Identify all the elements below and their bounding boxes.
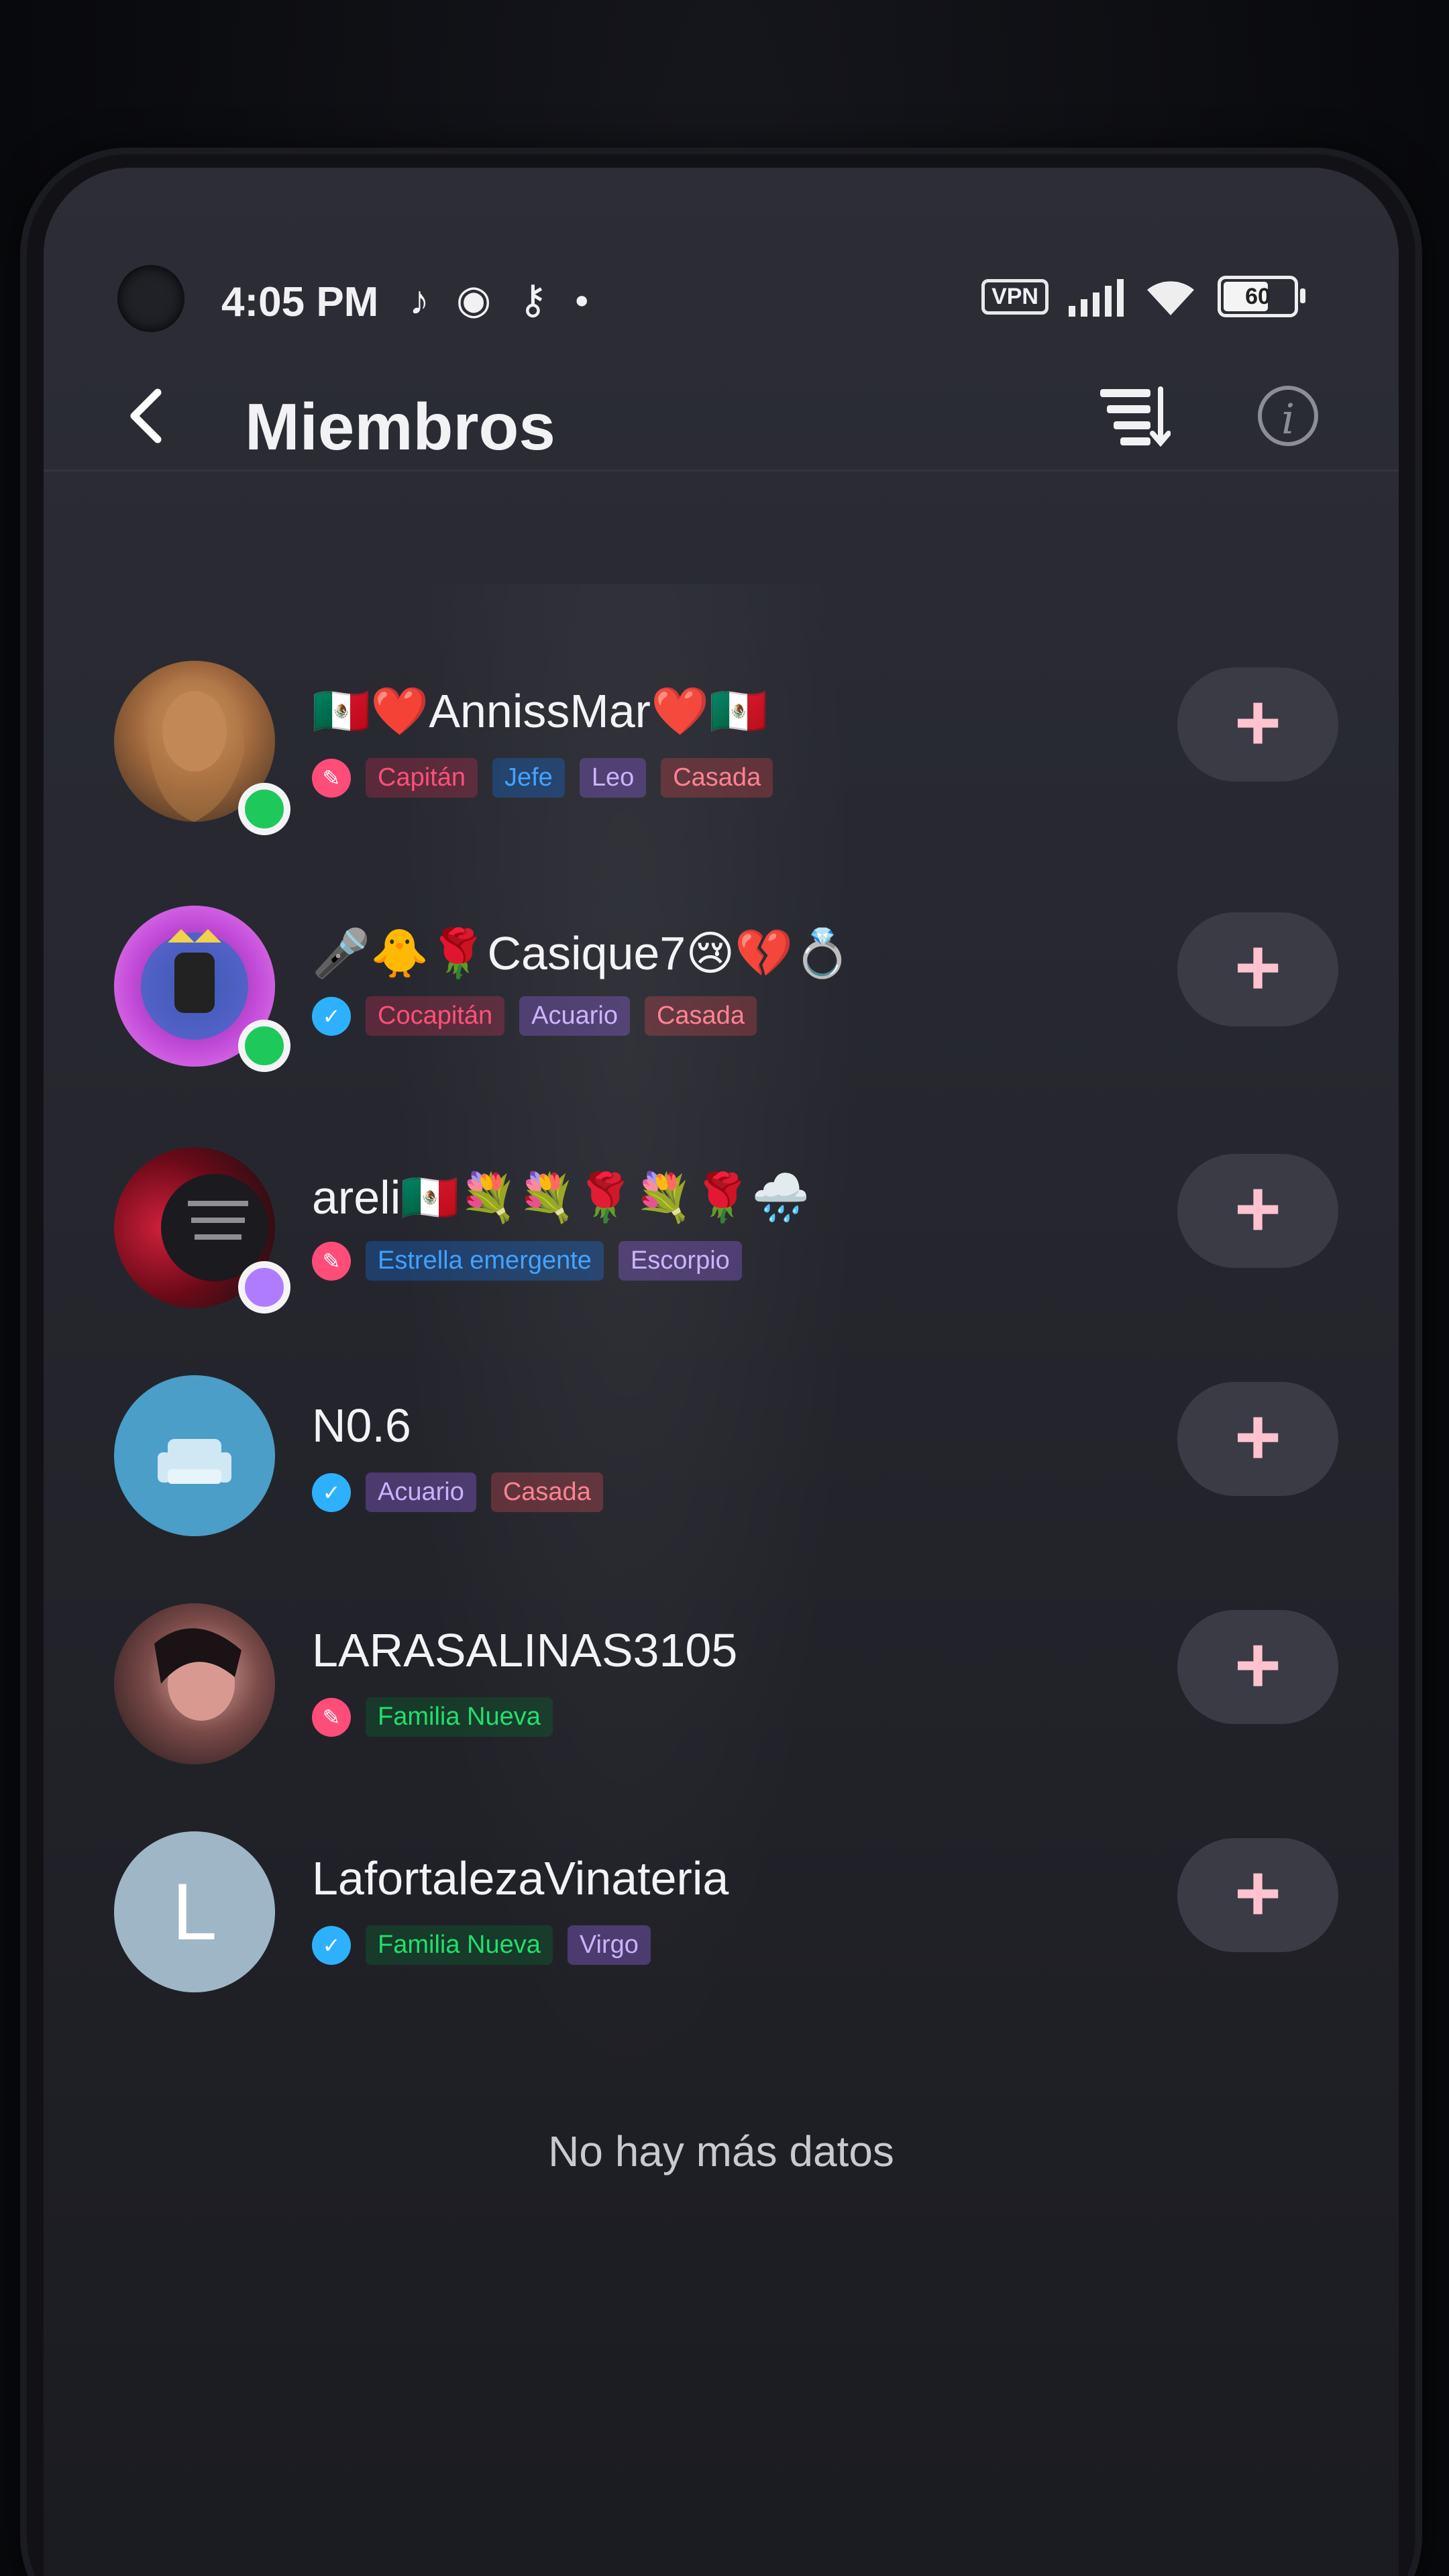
app-header: Miembros i bbox=[44, 356, 1399, 472]
online-status-dot bbox=[238, 783, 290, 835]
tiktok-icon: ♪ bbox=[409, 277, 429, 323]
member-row[interactable]: LARASALINAS3105 ✎ Familia Nueva + bbox=[44, 1603, 1399, 1825]
member-name: 🎤🐥🌹Casique7😢💔💍 bbox=[312, 927, 852, 979]
badge-zodiac: Acuario bbox=[366, 1472, 476, 1512]
add-member-button[interactable]: + bbox=[1177, 667, 1338, 782]
info-button[interactable]: i bbox=[1258, 386, 1318, 446]
vpn-badge: VPN bbox=[981, 278, 1049, 315]
badge-zodiac: Acuario bbox=[519, 996, 630, 1036]
member-row[interactable]: N0.6 ✓ Acuario Casada + bbox=[44, 1375, 1399, 1597]
avatar[interactable]: L bbox=[114, 1831, 275, 1992]
badge-status: Casada bbox=[644, 996, 757, 1036]
status-dot bbox=[238, 1261, 290, 1313]
member-name: LafortalezaVinateria bbox=[312, 1852, 729, 1904]
member-row[interactable]: L LafortalezaVinateria ✓ Familia Nueva V… bbox=[44, 1831, 1399, 2053]
member-row[interactable]: 🇲🇽❤️AnnissMar❤️🇲🇽 ✎ Capitán Jefe Leo Cas… bbox=[44, 661, 1399, 882]
add-member-button[interactable]: + bbox=[1177, 1838, 1338, 1952]
member-badges: ✎ Capitán Jefe Leo Casada bbox=[312, 758, 773, 798]
badge-role: Cocapitán bbox=[366, 996, 505, 1036]
avatar-letter: L bbox=[172, 1867, 217, 1957]
photo-background: 4:05 PM ♪ ◉ ⚷ ● VPN 60 Miembros i 🇲🇽❤️An… bbox=[0, 0, 1449, 2576]
signal-icon bbox=[1069, 276, 1124, 317]
member-badges: ✎ Estrella emergente Escorpio bbox=[312, 1241, 742, 1281]
sort-icon bbox=[1100, 386, 1171, 447]
badge-title: Familia Nueva bbox=[366, 1697, 553, 1737]
badge-status: Casada bbox=[490, 1472, 603, 1512]
badge-role: Capitán bbox=[366, 758, 478, 798]
app-screen: 4:05 PM ♪ ◉ ⚷ ● VPN 60 Miembros i 🇲🇽❤️An… bbox=[44, 168, 1399, 2576]
sort-button[interactable] bbox=[1097, 382, 1171, 449]
member-name: areli🇲🇽💐💐🌹💐🌹🌧️ bbox=[312, 1171, 810, 1224]
member-badges: ✓ Familia Nueva Virgo bbox=[312, 1925, 651, 1965]
wifi-icon bbox=[1147, 281, 1194, 315]
member-badges: ✓ Acuario Casada bbox=[312, 1472, 603, 1512]
member-name: LARASALINAS3105 bbox=[312, 1624, 738, 1676]
battery-icon: 60 bbox=[1218, 276, 1305, 317]
status-time: 4:05 PM bbox=[221, 279, 379, 325]
member-badges: ✎ Familia Nueva bbox=[312, 1697, 553, 1737]
badge-status: Casada bbox=[661, 758, 773, 798]
member-name: 🇲🇽❤️AnnissMar❤️🇲🇽 bbox=[312, 685, 768, 737]
badge-title: Familia Nueva bbox=[366, 1925, 553, 1965]
notification-icons: ♪ ◉ ⚷ ● bbox=[409, 276, 589, 323]
page-title: Miembros bbox=[245, 390, 555, 464]
chevron-left-icon bbox=[130, 388, 162, 443]
badge-title: Estrella emergente bbox=[366, 1241, 604, 1281]
member-badges: ✓ Cocapitán Acuario Casada bbox=[312, 996, 757, 1036]
level-icon: ✓ bbox=[312, 1472, 351, 1512]
level-icon: ✓ bbox=[312, 1925, 351, 1965]
member-row[interactable]: areli🇲🇽💐💐🌹💐🌹🌧️ ✎ Estrella emergente Esco… bbox=[44, 1147, 1399, 1368]
info-icon: i bbox=[1281, 394, 1295, 443]
member-name: N0.6 bbox=[312, 1399, 411, 1452]
level-icon: ✎ bbox=[312, 1697, 351, 1737]
member-row[interactable]: 🎤🐥🌹Casique7😢💔💍 ✓ Cocapitán Acuario Casad… bbox=[44, 906, 1399, 1127]
dot-icon: ● bbox=[574, 286, 590, 313]
level-icon: ✓ bbox=[312, 996, 351, 1036]
end-of-list-text: No hay más datos bbox=[548, 2127, 894, 2176]
add-member-button[interactable]: + bbox=[1177, 1382, 1338, 1496]
badge-zodiac: Leo bbox=[579, 758, 647, 798]
avatar[interactable] bbox=[114, 1603, 275, 1764]
status-bar: 4:05 PM ♪ ◉ ⚷ ● VPN 60 bbox=[44, 262, 1399, 342]
chrome-icon: ◉ bbox=[456, 277, 492, 322]
add-member-button[interactable]: + bbox=[1177, 1154, 1338, 1268]
avatar[interactable] bbox=[114, 1375, 275, 1536]
badge-zodiac: Virgo bbox=[567, 1925, 651, 1965]
system-icons: VPN 60 bbox=[981, 275, 1305, 318]
level-icon: ✎ bbox=[312, 758, 351, 798]
add-member-button[interactable]: + bbox=[1177, 1610, 1338, 1724]
battery-level: 60 bbox=[1245, 284, 1271, 309]
key-icon: ⚷ bbox=[518, 277, 548, 322]
phone-frame: 4:05 PM ♪ ◉ ⚷ ● VPN 60 Miembros i 🇲🇽❤️An… bbox=[27, 154, 1415, 2576]
badge-zodiac: Escorpio bbox=[618, 1241, 742, 1281]
woman-photo-icon bbox=[154, 1628, 241, 1721]
online-status-dot bbox=[238, 1020, 290, 1072]
badge-title: Jefe bbox=[492, 758, 565, 798]
back-button[interactable] bbox=[121, 386, 174, 446]
add-member-button[interactable]: + bbox=[1177, 912, 1338, 1026]
sofa-icon bbox=[158, 1439, 231, 1484]
level-icon: ✎ bbox=[312, 1241, 351, 1281]
